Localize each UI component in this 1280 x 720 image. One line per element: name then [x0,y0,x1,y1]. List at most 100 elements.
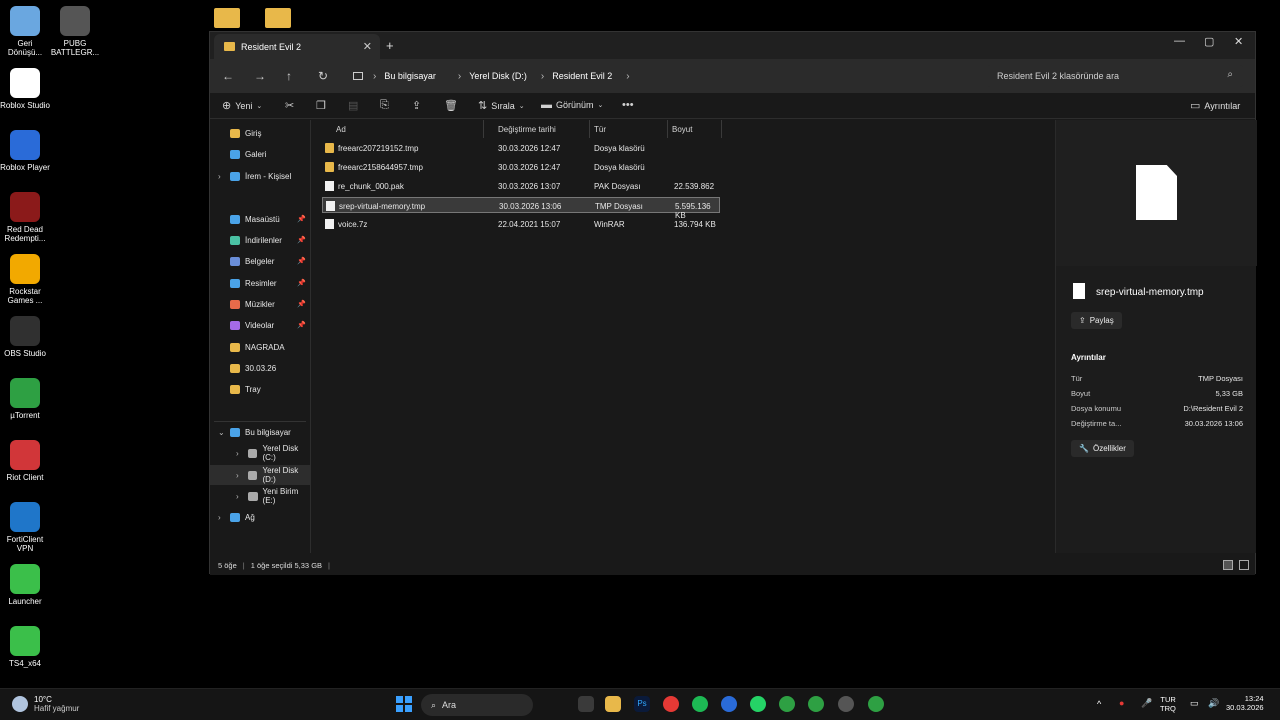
chevron-right-icon[interactable]: › [218,172,221,181]
file-row[interactable]: re_chunk_000.pak 30.03.2026 13:07 PAK Dosy… [322,178,720,200]
properties-button[interactable]: 🔧 Özellikler [1071,440,1134,457]
file-row[interactable]: voice.7z 22.04.2021 15:07 WinRAR 136.794 KB [322,216,720,232]
more-options-icon[interactable]: ••• [622,99,634,111]
tab-resident-evil-2[interactable]: Resident Evil 2 ✕ [214,34,380,59]
breadcrumb-drive-d[interactable]: Yerel Disk (D:) [469,71,527,81]
whatsapp-icon[interactable] [750,696,766,712]
new-tab-icon[interactable]: + [386,38,394,53]
chevron-right-icon[interactable]: › [218,513,221,522]
sidebar-item[interactable]: İndirilenler 📌 [210,230,311,250]
details-view-icon[interactable] [1223,560,1233,570]
sidebar-item[interactable]: Galeri [210,144,311,164]
start-icon[interactable] [396,696,412,712]
maximize-icon[interactable]: ▢ [1204,35,1214,48]
desktop-icon[interactable]: Geri Dönüşü... [0,6,50,57]
file-row[interactable]: freearc207219152.tmp 30.03.2026 12:47 Dosy… [322,140,720,156]
column-header-type[interactable]: Tür [590,120,668,138]
file-explorer-taskbar-icon[interactable] [605,696,621,712]
rename-icon[interactable]: ⎘ [380,99,389,112]
utorrent-taskbar-icon-2[interactable] [808,696,824,712]
chevron-right-icon[interactable]: › [236,471,239,480]
steam-icon[interactable] [838,696,854,712]
sidebar-item[interactable]: Resimler 📌 [210,273,311,293]
share-icon[interactable]: ⇪ [412,99,421,112]
sidebar-item[interactable]: Videolar 📌 [210,315,311,335]
desktop-folder-icon[interactable] [214,8,240,28]
taskbar-search[interactable]: ⌕ Ara [421,694,533,716]
clock[interactable]: 13:24 30.03.2026 [1226,694,1264,712]
weather-widget[interactable]: 10°C Hafif yağmur [12,695,79,713]
copy-icon[interactable]: ❐ [316,99,326,112]
details-pane-button[interactable]: ▭ Ayrıntılar [1190,99,1240,112]
photoshop-icon[interactable]: Ps [634,696,650,712]
ccleaner-icon[interactable] [721,696,737,712]
microphone-icon[interactable]: 🎤 [1141,698,1152,709]
close-tab-icon[interactable]: ✕ [363,40,372,53]
column-header-name[interactable]: Ad [312,120,484,138]
sort-button[interactable]: ⇅ Sırala ⌄ [478,99,525,112]
chrome-icon[interactable] [663,696,679,712]
desktop-icon[interactable]: µTorrent [0,378,50,420]
network-icon[interactable]: ▭ [1190,698,1199,709]
view-button[interactable]: ▬ Görünüm ⌄ [541,99,603,111]
chevron-right-icon[interactable]: › [236,449,239,458]
sidebar-item[interactable]: › Yerel Disk (C:) [210,443,311,463]
volume-icon[interactable]: 🔊 [1208,698,1219,709]
desktop-icon[interactable]: OBS Studio [0,316,50,358]
up-icon[interactable]: ↑ [286,69,292,83]
sidebar-item-label: Yeni Birim (E:) [262,487,299,505]
sidebar-item[interactable]: Tray [210,379,311,399]
new-button[interactable]: ⊕ Yeni ⌄ [222,99,262,112]
chevron-right-icon[interactable]: › [236,492,239,501]
sidebar-item[interactable]: Masaüstü 📌 [210,209,311,229]
file-row[interactable]: srep-virtual-memory.tmp 30.03.2026 13:06 T… [322,197,720,220]
desktop-icon[interactable]: Roblox Studio [0,68,50,110]
desktop-folder-icon[interactable] [265,8,291,28]
desktop-icon[interactable]: Roblox Player [0,130,50,172]
cut-icon[interactable]: ✂ [285,99,294,112]
sidebar-item[interactable]: Müzikler 📌 [210,294,311,314]
sidebar-item[interactable]: › İrem - Kişisel [210,166,311,186]
minimize-icon[interactable]: — [1174,35,1185,47]
paste-icon[interactable]: ▤ [348,99,358,112]
show-hidden-icons[interactable]: ^ [1097,699,1101,709]
sidebar-item[interactable]: Giriş [210,123,311,143]
refresh-icon[interactable]: ↻ [318,69,328,83]
desktop-icon[interactable]: Launcher [0,564,50,606]
search-input[interactable]: Resident Evil 2 klasöründe ara ⌕ [987,65,1243,87]
file-row[interactable]: freearc2158644957.tmp 30.03.2026 12:47 Dos… [322,159,720,175]
column-header-date[interactable]: Değiştirme tarihi [494,120,590,138]
sidebar-item[interactable]: Belgeler 📌 [210,251,311,271]
sidebar-item[interactable]: ⌄ Bu bilgisayar [210,422,311,442]
breadcrumb-this-pc[interactable]: Bu bilgisayar [384,71,436,81]
detail-key: Tür [1071,374,1083,383]
sidebar-item[interactable]: › Ağ [210,507,311,527]
desktop-icon[interactable]: FortiClient VPN [0,502,50,553]
desktop-icon[interactable]: TS4_x64 [0,626,50,668]
close-window-icon[interactable]: ✕ [1234,35,1243,48]
tray-app-icon[interactable]: ● [1119,698,1124,708]
desktop-icon[interactable]: Rockstar Games ... [0,254,50,305]
desktop-icon[interactable]: PUBG BATTLEGR... [50,6,100,57]
delete-icon[interactable]: 🗑 [444,99,458,112]
spotify-icon[interactable] [692,696,708,712]
sidebar-item[interactable]: › Yerel Disk (D:) [210,465,311,485]
home-icon [230,128,240,138]
breadcrumb-resident-evil-2[interactable]: Resident Evil 2 [552,71,612,81]
utorrent-taskbar-icon-3[interactable] [868,696,884,712]
share-button[interactable]: ⇪ Paylaş [1071,312,1122,329]
desktop-icon[interactable]: Riot Client [0,440,50,482]
language-indicator[interactable]: TUR TRQ [1160,695,1176,713]
column-header-size[interactable]: Boyut [668,120,722,138]
address-bar[interactable]: › Bu bilgisayar › Yerel Disk (D:) › Resi… [343,65,980,87]
utorrent-taskbar-icon[interactable] [779,696,795,712]
back-icon[interactable]: ← [222,69,234,83]
forward-icon[interactable]: → [254,69,266,83]
sidebar-item[interactable]: NAGRADA [210,337,311,357]
task-view-icon[interactable] [578,696,594,712]
sidebar-item[interactable]: 30.03.26 [210,358,311,378]
chevron-down-icon[interactable]: ⌄ [218,428,225,437]
desktop-icon[interactable]: Red Dead Redempti... [0,192,50,243]
large-icons-view-icon[interactable] [1239,560,1249,570]
sidebar-item[interactable]: › Yeni Birim (E:) [210,486,311,506]
